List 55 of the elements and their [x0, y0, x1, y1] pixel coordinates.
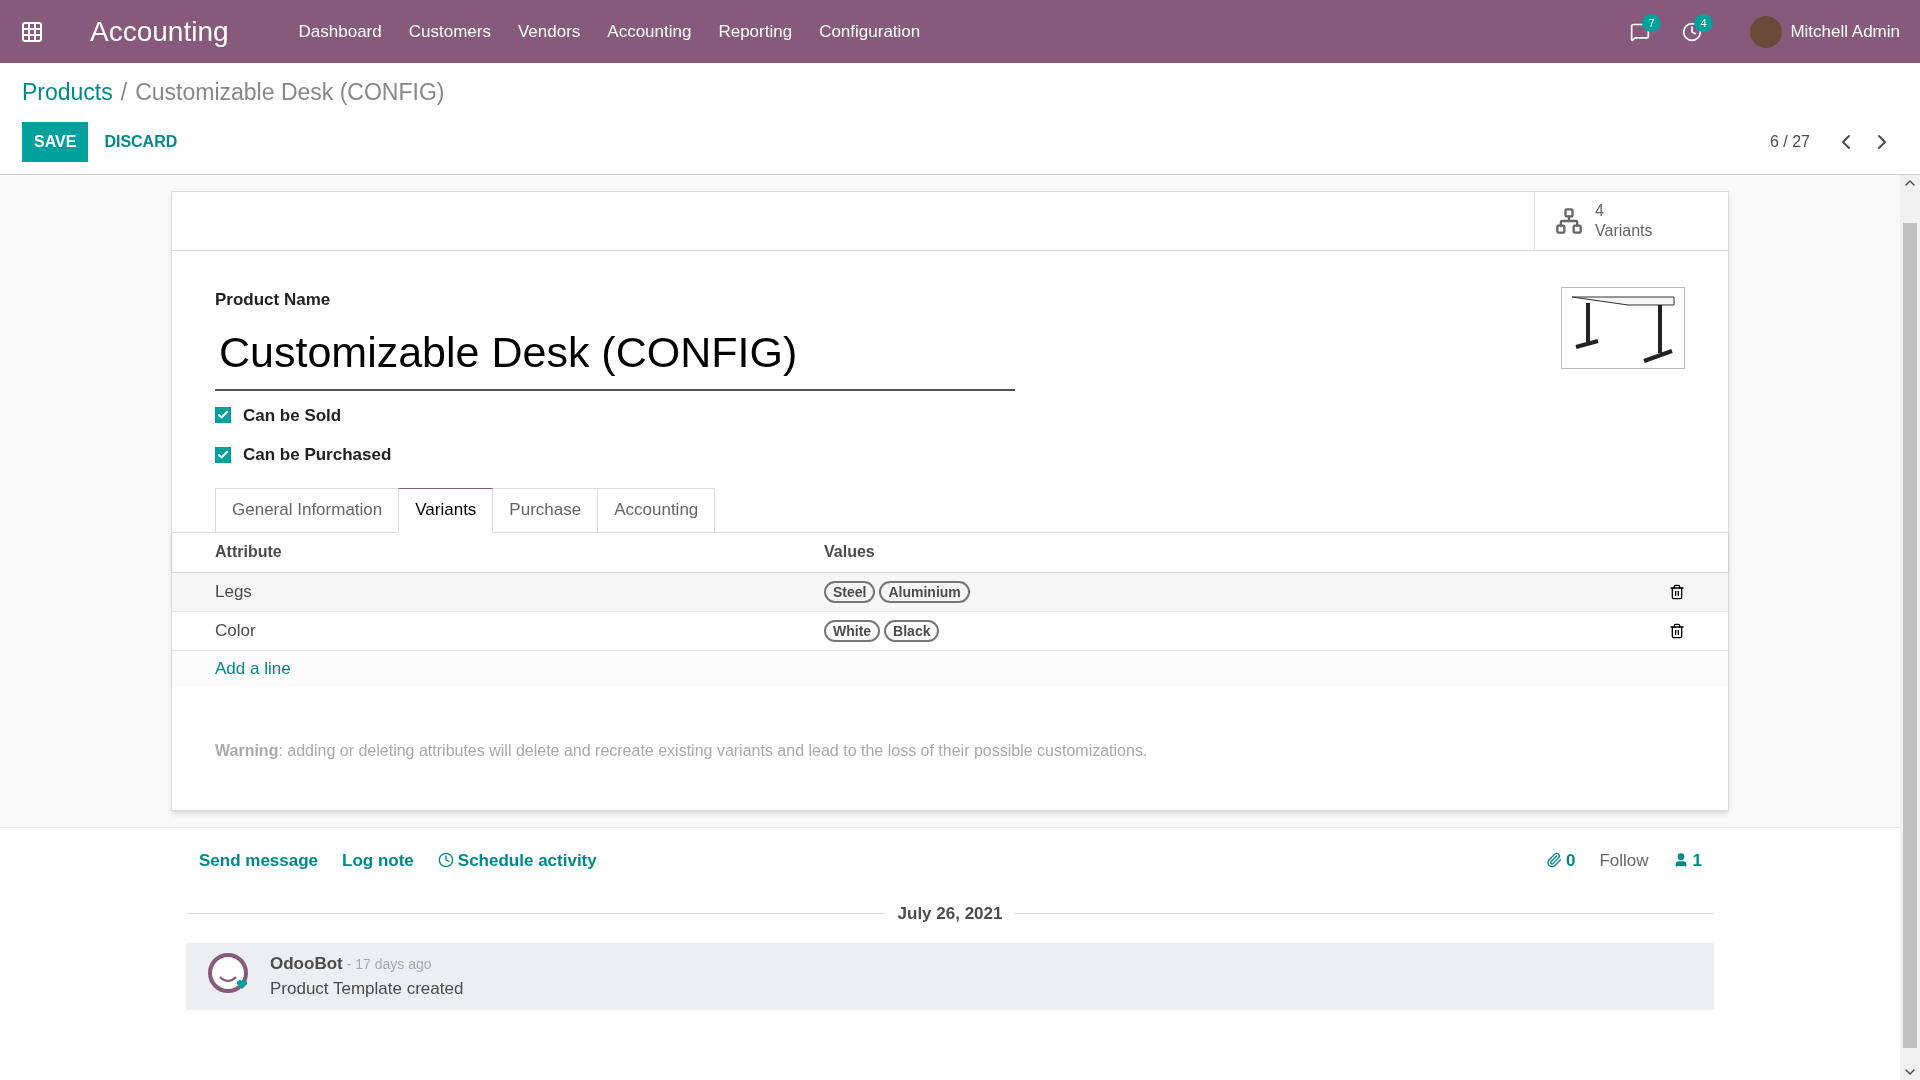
schedule-activity-link[interactable]: Schedule activity: [437, 847, 597, 873]
nav-menu-item[interactable]: Vendors: [517, 18, 581, 45]
paperclip-icon: [1545, 852, 1562, 869]
apps-menu-icon[interactable]: [20, 19, 44, 44]
checkbox[interactable]: [215, 446, 231, 463]
messages-icon[interactable]: [1630, 21, 1651, 42]
warning-text: Warning: adding or deleting attributes will delete and recreate existing variants and lead to the loss of their possible customizations.: [214, 740, 1149, 761]
form-tab[interactable]: Variants: [398, 487, 494, 533]
message-time: - 17 days ago: [346, 954, 432, 974]
add-line-link[interactable]: Add a line: [215, 655, 291, 682]
check-icon: [217, 409, 229, 422]
attachments-button[interactable]: 0: [1545, 847, 1576, 873]
nav-menu-item[interactable]: Customers: [408, 18, 491, 45]
value-tag: Black: [884, 619, 940, 642]
hierarchy-icon: [1555, 206, 1583, 235]
nav-menu-item[interactable]: Accounting: [607, 18, 692, 45]
breadcrumb-separator: /: [120, 78, 128, 107]
value-tag: Steel: [824, 580, 876, 603]
product-name-field[interactable]: Customizable Desk (CONFIG): [215, 320, 1015, 391]
follow-button[interactable]: Follow: [1599, 847, 1649, 873]
delete-icon[interactable]: [1669, 622, 1685, 639]
pager-value: 6 / 27: [1769, 131, 1810, 152]
checkbox[interactable]: [215, 407, 231, 424]
send-message-link[interactable]: Send message: [199, 847, 319, 873]
nav-menu-item[interactable]: Configuration: [819, 18, 921, 45]
message-body: Product Template created: [270, 978, 464, 1000]
message-author: OdooBot: [270, 952, 343, 975]
log-note-link[interactable]: Log note: [342, 847, 414, 873]
app-name: Accounting: [90, 14, 229, 49]
scrollbar[interactable]: [1900, 174, 1920, 1080]
breadcrumb-current: Customizable Desk (CONFIG): [135, 78, 445, 107]
form-tab[interactable]: Accounting: [597, 487, 716, 533]
value-tag: Aluminium: [879, 580, 970, 603]
column-header: Values: [824, 542, 875, 562]
clock-icon: [437, 852, 454, 869]
value-tag: White: [824, 619, 881, 642]
check-icon: [217, 448, 229, 461]
product-name-label: Product Name: [215, 288, 332, 311]
messages-count-badge: 7: [1642, 13, 1661, 32]
checkbox-label: Can be Purchased: [243, 444, 392, 466]
delete-icon[interactable]: [1669, 583, 1685, 600]
nav-menu-item[interactable]: Reporting: [718, 18, 793, 45]
date-separator: July 26, 2021: [897, 903, 1003, 925]
breadcrumb-link[interactable]: Products: [22, 75, 113, 110]
nav-menu-item[interactable]: Dashboard: [298, 18, 382, 45]
variants-smart-button[interactable]: 4 Variants: [1534, 191, 1728, 250]
activities-count-badge: 4: [1694, 13, 1713, 32]
checkbox-label: Can be Sold: [243, 404, 342, 427]
table-cell-text: Color: [215, 619, 257, 642]
save-button[interactable]: SAVE: [22, 121, 89, 162]
column-header: Attribute: [215, 542, 283, 562]
table-cell-text: Legs: [215, 580, 253, 603]
user-name[interactable]: Mitchell Admin: [1790, 18, 1900, 45]
discard-button[interactable]: DISCARD: [88, 121, 194, 162]
followers-button[interactable]: 1: [1672, 847, 1702, 873]
